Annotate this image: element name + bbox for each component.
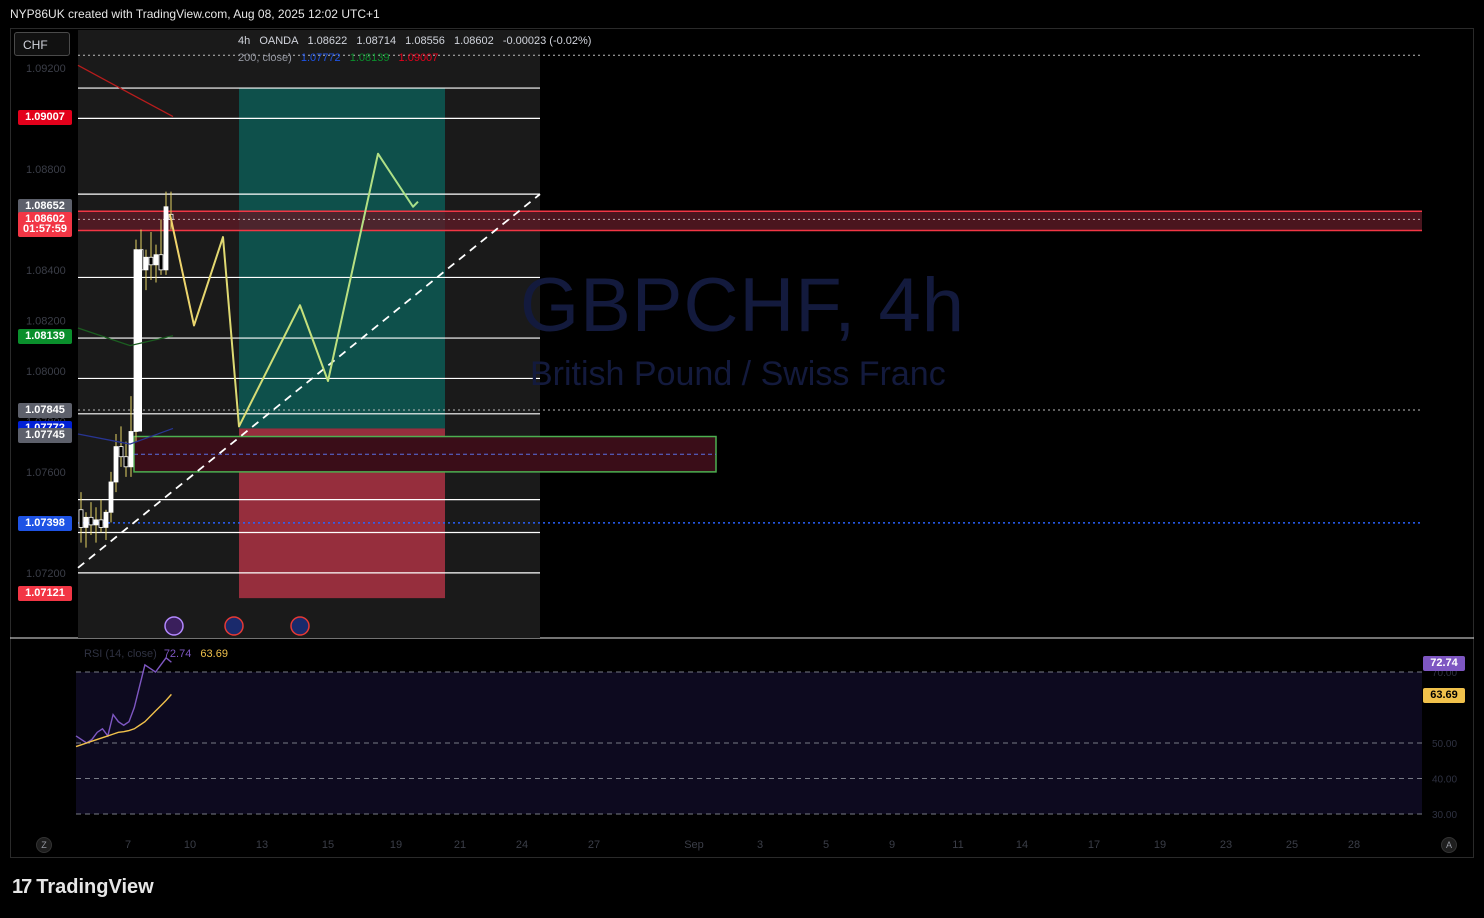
price-tick: 1.08800 xyxy=(26,164,66,176)
candle-body xyxy=(103,511,109,528)
time-tick: 19 xyxy=(390,839,402,851)
target-zone xyxy=(239,88,445,429)
time-tick: 23 xyxy=(1220,839,1232,851)
watermark-subtitle: British Pound / Swiss Franc xyxy=(530,355,946,393)
uk-flag-icon xyxy=(290,616,310,636)
lightning-icon xyxy=(164,616,184,636)
tradingview-mark-icon: 17 xyxy=(12,876,32,898)
rsi-legend-label: RSI (14, close) xyxy=(84,648,157,660)
rsi-level-tick: 40.00 xyxy=(1432,775,1457,786)
candle-body xyxy=(83,516,89,528)
symbol-selector[interactable]: CHF xyxy=(14,32,70,56)
time-tick: 19 xyxy=(1154,839,1166,851)
candle-body xyxy=(93,519,99,526)
candle-body xyxy=(158,254,164,271)
price-label: 1.07398 xyxy=(18,515,72,531)
rsi-legend-ma-value: 63.69 xyxy=(200,648,228,660)
time-tick: 10 xyxy=(184,839,196,851)
zoom-button[interactable]: Z xyxy=(36,837,52,853)
auto-scale-button[interactable]: A xyxy=(1441,837,1457,853)
price-tick: 1.08000 xyxy=(26,366,66,378)
time-tick: 27 xyxy=(588,839,600,851)
price-tick: 1.07200 xyxy=(26,568,66,580)
rsi-value-label: 72.74 xyxy=(1423,656,1465,671)
legend-open: 1.08622 xyxy=(307,35,348,47)
price-label: 1.08139 xyxy=(18,328,72,344)
time-tick: 11 xyxy=(952,839,963,851)
time-tick: 13 xyxy=(256,839,268,851)
time-tick: 24 xyxy=(516,839,528,851)
time-tick: 5 xyxy=(823,839,829,851)
price-tick: 1.08400 xyxy=(26,265,66,277)
price-label: 1.07845 xyxy=(18,403,72,418)
rsi-legend-value: 72.74 xyxy=(163,648,192,660)
candle-body xyxy=(113,446,119,483)
chart-canvas[interactable]: 1.092001.088001.086001.084001.082001.080… xyxy=(0,0,1484,918)
rsi-legend: RSI (14, close) 72.74 63.69 xyxy=(84,648,228,660)
candle-body xyxy=(153,254,159,266)
candle-body xyxy=(78,509,84,528)
candle-body xyxy=(108,481,114,513)
time-tick: 28 xyxy=(1348,839,1360,851)
price-label: 01:57:59 xyxy=(18,221,72,237)
watermark-title: GBPCHF, 4h xyxy=(520,263,966,348)
ma-legend-green: 1.08139 xyxy=(349,52,390,64)
time-tick: 14 xyxy=(1016,839,1028,851)
legend-change: -0.00023 (-0.02%) xyxy=(502,35,592,47)
candle-body xyxy=(123,456,129,468)
candle-body xyxy=(118,446,124,458)
ma-legend-blue: 1.07772 xyxy=(300,52,341,64)
legend-broker: OANDA xyxy=(259,35,299,47)
legend-high: 1.08714 xyxy=(356,35,397,47)
uk-flag-icon xyxy=(224,616,244,636)
time-tick: 21 xyxy=(454,839,466,851)
legend-low: 1.08556 xyxy=(405,35,445,47)
price-tick: 1.07600 xyxy=(26,467,66,479)
candle-body xyxy=(98,519,104,528)
candle-body xyxy=(143,256,149,271)
candle-body xyxy=(88,516,94,526)
time-tick: 9 xyxy=(889,839,895,851)
price-label: 1.07121 xyxy=(18,585,72,601)
candle-body xyxy=(133,249,139,432)
legend-interval: 4h xyxy=(238,35,251,47)
resistance-zone xyxy=(78,211,1422,231)
time-tick: 25 xyxy=(1286,839,1298,851)
candle-body xyxy=(148,256,154,266)
legend-close: 1.08602 xyxy=(453,35,494,47)
tradingview-brand: TradingView xyxy=(36,876,154,898)
ma-legend: 200, close) 1.07772 1.08139 1.09007 xyxy=(238,52,444,64)
ma-legend-red: 1.09007 xyxy=(398,52,439,64)
breakout-candle xyxy=(138,249,142,432)
time-tick: 15 xyxy=(322,839,334,851)
price-label: 1.07745 xyxy=(18,428,72,444)
candle-body xyxy=(128,431,134,468)
rsi-level-tick: 30.00 xyxy=(1432,810,1457,821)
ohlc-legend: 4h OANDA 1.08622 1.08714 1.08556 1.08602… xyxy=(238,35,597,47)
time-tick: 7 xyxy=(125,839,131,851)
candle-body xyxy=(163,206,169,271)
price-label: 1.09007 xyxy=(18,109,72,125)
price-tick: 1.08200 xyxy=(26,315,66,327)
time-tick: 3 xyxy=(757,839,763,851)
tradingview-logo: 17 TradingView xyxy=(12,876,154,899)
time-tick: 17 xyxy=(1088,839,1100,851)
price-tick: 1.09200 xyxy=(26,63,66,75)
rsi-ma-value-label: 63.69 xyxy=(1423,688,1465,703)
ma-legend-params: 200, close) xyxy=(238,52,292,64)
rsi-level-tick: 50.00 xyxy=(1432,739,1457,750)
time-tick: Sep xyxy=(684,839,704,851)
